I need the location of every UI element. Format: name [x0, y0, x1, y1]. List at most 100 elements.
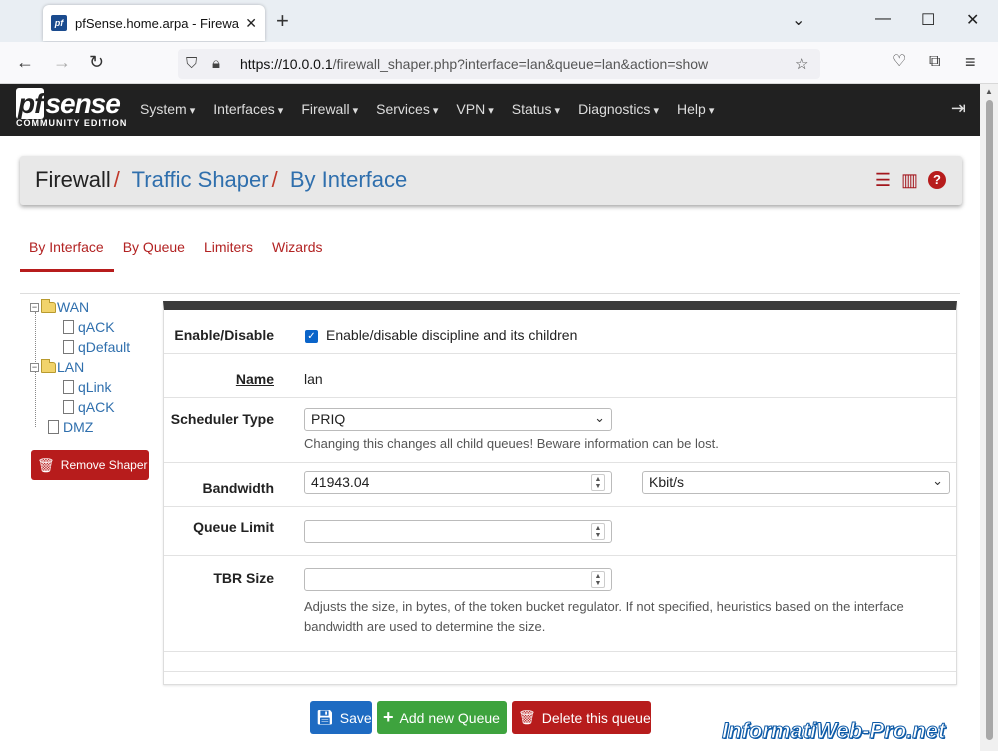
scrollbar-thumb[interactable] — [986, 100, 993, 740]
name-label: Name — [235, 371, 274, 387]
browser-tab[interactable]: pf pfSense.home.arpa - Firewall: Tr ✕ — [43, 5, 265, 41]
row-enable: Enable/Disable ✓ Enable/disable discipli… — [164, 310, 956, 354]
row-empty — [164, 652, 956, 672]
trash-icon: 🗑︎ — [518, 709, 536, 725]
plus-icon: + — [383, 707, 394, 727]
scheduler-help: Changing this changes all child queues! … — [304, 436, 719, 451]
pfsense-favicon-icon: pf — [51, 15, 67, 31]
url-text[interactable]: https://10.0.0.1/firewall_shaper.php?int… — [240, 56, 708, 72]
tab-list-chevron-icon[interactable]: ⌄ — [792, 10, 805, 30]
row-name: Name lan — [164, 354, 956, 398]
document-icon — [63, 320, 74, 334]
tree-node-dmz[interactable]: DMZ — [48, 419, 93, 435]
page-scrollbar[interactable]: ▲ — [980, 84, 998, 751]
tab-wizards[interactable]: Wizards — [263, 239, 333, 272]
scroll-up-icon[interactable]: ▲ — [985, 87, 993, 96]
reload-icon[interactable]: ↻ — [89, 53, 104, 71]
tbr-size-input[interactable]: ▲ ▼ — [304, 568, 612, 591]
enable-text[interactable]: Enable/disable discipline and its childr… — [326, 327, 577, 343]
maximize-icon[interactable]: ☐ — [921, 10, 935, 30]
row-tbr-size: TBR Size ▲ ▼ Adjusts the size, in bytes, … — [164, 556, 956, 652]
logout-icon[interactable]: ⇥ — [951, 98, 966, 119]
floppy-disk-icon: 💾︎ — [316, 709, 334, 725]
main-menu: System Interfaces Firewall Services VPN … — [131, 101, 723, 117]
pfsense-logo[interactable]: pf sense COMMUNITY EDITION — [16, 88, 128, 128]
folder-icon — [41, 358, 56, 373]
minimize-icon[interactable]: — — [875, 10, 891, 28]
edition-label: COMMUNITY EDITION — [16, 118, 128, 128]
tree-node-lan-qack[interactable]: qACK — [63, 399, 115, 415]
menu-interfaces[interactable]: Interfaces — [204, 101, 292, 117]
trash-icon: 🗑︎ — [37, 456, 55, 473]
breadcrumb-traffic-shaper[interactable]: Traffic Shaper — [132, 167, 269, 192]
spinner-icon[interactable]: ▲ ▼ — [591, 523, 605, 540]
bookmark-star-icon[interactable]: ☆ — [795, 55, 808, 73]
close-window-icon[interactable]: ✕ — [966, 10, 979, 30]
extensions-icon[interactable]: ⧉ — [929, 53, 940, 71]
menu-services[interactable]: Services — [367, 101, 447, 117]
forward-icon[interactable]: → — [53, 53, 71, 71]
chevron-down-icon: ⌄ — [932, 473, 943, 488]
close-tab-icon[interactable]: ✕ — [245, 15, 257, 32]
bandwidth-input[interactable]: 41943.04 ▲ ▼ — [304, 471, 612, 494]
delete-queue-button[interactable]: 🗑︎ Delete this queue — [512, 701, 651, 734]
menu-status[interactable]: Status — [503, 101, 569, 117]
bar-chart-icon[interactable]: ▥ — [901, 171, 918, 189]
new-tab-icon[interactable]: + — [276, 10, 289, 32]
lock-icon[interactable]: 🔒︎ — [212, 55, 220, 72]
bandwidth-unit-select[interactable]: Kbit/s ⌄ — [642, 471, 950, 494]
pocket-icon[interactable]: ♡ — [892, 53, 906, 71]
tree-node-wan[interactable]: − WAN — [30, 298, 89, 315]
enable-label: Enable/Disable — [174, 327, 274, 343]
browser-nav-bar: ← → ↻ ⛉ 🔒︎ https://10.0.0.1/firewall_sha… — [0, 42, 998, 84]
save-button[interactable]: 💾︎ Save — [310, 701, 372, 734]
scheduler-select[interactable]: PRIQ ⌄ — [304, 408, 612, 431]
tree-node-wan-qack[interactable]: qACK — [63, 319, 115, 335]
document-icon — [63, 380, 74, 394]
tab-by-interface[interactable]: By Interface — [20, 239, 114, 272]
breadcrumb-by-interface[interactable]: By Interface — [290, 167, 407, 192]
tab-by-queue[interactable]: By Queue — [114, 239, 195, 272]
row-scheduler: Scheduler Type PRIQ ⌄ Changing this chan… — [164, 398, 956, 463]
menu-diagnostics[interactable]: Diagnostics — [569, 101, 668, 117]
scheduler-label: Scheduler Type — [170, 411, 274, 427]
shaper-tabs: By Interface By Queue Limiters Wizards — [20, 239, 333, 272]
folder-icon — [41, 298, 56, 313]
menu-vpn[interactable]: VPN — [447, 101, 502, 117]
address-bar[interactable]: ⛉ 🔒︎ https://10.0.0.1/firewall_shaper.ph… — [178, 49, 820, 79]
breadcrumb-firewall: Firewall — [35, 167, 111, 192]
collapse-icon[interactable]: − — [30, 302, 39, 312]
queue-limit-input[interactable]: ▲ ▼ — [304, 520, 612, 543]
back-icon[interactable]: ← — [16, 53, 34, 71]
spinner-icon[interactable]: ▲ ▼ — [591, 571, 605, 588]
browser-tab-bar: pf pfSense.home.arpa - Firewall: Tr ✕ + … — [0, 0, 998, 42]
menu-system[interactable]: System — [131, 101, 204, 117]
shaper-form-panel: Enable/Disable ✓ Enable/disable discipli… — [163, 301, 957, 685]
document-icon — [48, 420, 59, 434]
chevron-down-icon: ⌄ — [594, 410, 605, 425]
shield-icon[interactable]: ⛉ — [186, 55, 197, 72]
queue-limit-label: Queue Limit — [193, 519, 274, 535]
settings-sliders-icon[interactable]: ☰ — [875, 171, 891, 189]
tree-node-lan[interactable]: − LAN — [30, 358, 84, 375]
name-value: lan — [304, 371, 323, 387]
browser-tab-title: pfSense.home.arpa - Firewall: Tr — [75, 15, 240, 31]
add-new-queue-button[interactable]: + Add new Queue — [377, 701, 507, 734]
row-queue-limit: Queue Limit ▲ ▼ — [164, 507, 956, 556]
tbr-size-label: TBR Size — [213, 570, 274, 586]
menu-firewall[interactable]: Firewall — [292, 101, 367, 117]
tree-node-lan-qlink[interactable]: qLink — [63, 379, 111, 395]
help-icon[interactable]: ? — [928, 171, 946, 189]
menu-help[interactable]: Help — [668, 101, 723, 117]
breadcrumb: Firewall / Traffic Shaper / By Interface — [35, 167, 408, 192]
tree-node-wan-qdefault[interactable]: qDefault — [63, 339, 130, 355]
enable-checkbox[interactable]: ✓ — [305, 330, 318, 343]
bandwidth-label: Bandwidth — [202, 480, 274, 496]
tab-limiters[interactable]: Limiters — [195, 239, 263, 272]
tabs-divider — [20, 293, 960, 294]
pfsense-navbar: pfsense COMMUNITY EDITION System Interfa… — [0, 84, 980, 136]
collapse-icon[interactable]: − — [30, 362, 39, 372]
remove-shaper-button[interactable]: 🗑︎ Remove Shaper — [31, 450, 149, 480]
spinner-icon[interactable]: ▲ ▼ — [591, 474, 605, 491]
app-menu-icon[interactable]: ≡ — [965, 53, 976, 71]
